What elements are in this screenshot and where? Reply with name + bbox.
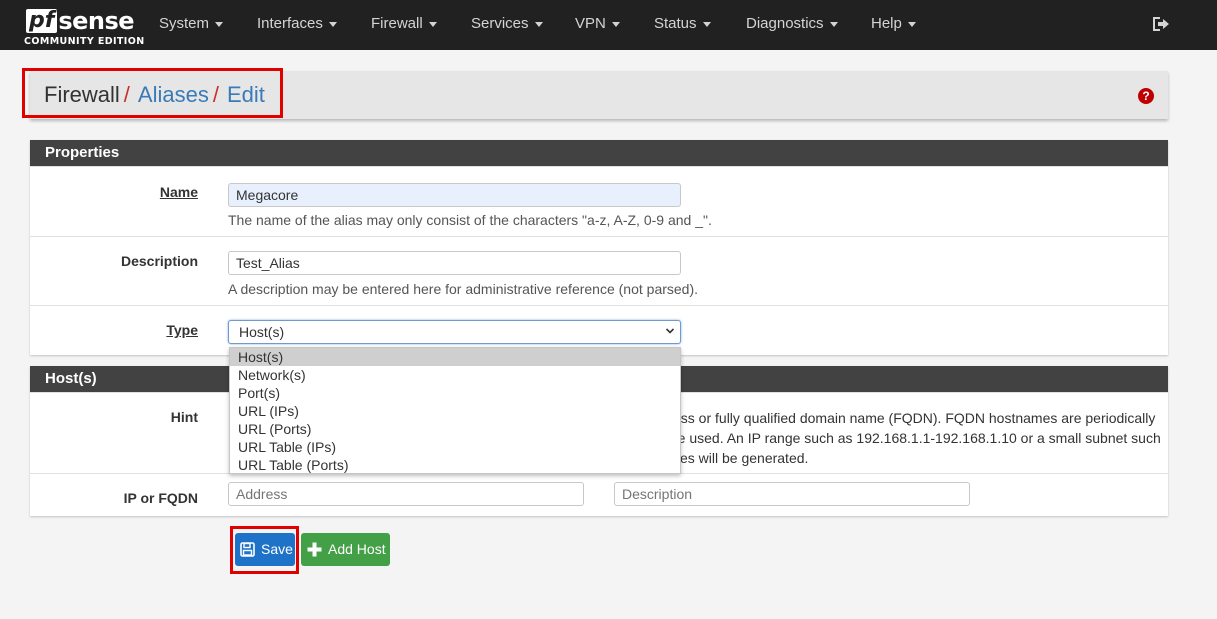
nav-menu-label: Help — [871, 15, 902, 32]
address-input[interactable] — [228, 482, 584, 506]
nav-menu-diagnostics[interactable]: Diagnostics — [746, 0, 838, 50]
type-option-url-table-ips[interactable]: URL Table (IPs) — [230, 438, 680, 456]
nav-menu-label: Status — [654, 15, 697, 32]
name-help-text: The name of the alias may only consist o… — [228, 212, 712, 228]
logo-pf-text: pf — [26, 9, 58, 33]
type-dropdown-list: Host(s) Network(s) Port(s) URL (IPs) URL… — [229, 347, 681, 474]
nav-menu-vpn[interactable]: VPN — [575, 0, 620, 50]
type-option-url-ports[interactable]: URL (Ports) — [230, 420, 680, 438]
hint-line: ses will be generated. — [673, 450, 809, 466]
type-select[interactable]: Host(s) — [228, 320, 681, 344]
description-help-text: A description may be entered here for ad… — [228, 281, 699, 297]
name-field[interactable]: Megacore — [228, 183, 681, 207]
nav-menu-label: VPN — [575, 15, 606, 32]
nav-menu-label: Firewall — [371, 15, 423, 32]
caret-down-icon — [702, 21, 711, 27]
type-select-value: Host(s) — [239, 324, 285, 340]
nav-menu-services[interactable]: Services — [471, 0, 543, 50]
logo-sense-text: sense — [58, 7, 135, 35]
host-description-input[interactable] — [614, 482, 970, 506]
pfsense-logo[interactable]: pf sense COMMUNITY EDITION — [24, 6, 144, 48]
description-field[interactable]: Test_Alias — [228, 251, 681, 275]
caret-down-icon — [428, 21, 437, 27]
properties-panel-title: Properties — [30, 140, 1168, 166]
save-highlight-box — [230, 526, 299, 574]
name-row: Name Megacore The name of the alias may … — [30, 166, 1168, 236]
nav-menu-help[interactable]: Help — [871, 0, 916, 50]
hint-line: ess or fully qualified domain name (FQDN… — [673, 410, 1156, 426]
type-option-networks[interactable]: Network(s) — [230, 366, 680, 384]
breadcrumb-highlight-box — [22, 68, 283, 118]
nav-menu-label: System — [159, 15, 210, 32]
nav-menu-label: Services — [471, 15, 529, 32]
nav-menu-system[interactable]: System — [159, 0, 224, 50]
plus-icon — [307, 542, 322, 557]
type-option-url-table-ports[interactable]: URL Table (Ports) — [230, 456, 680, 474]
chevron-down-icon — [666, 328, 674, 334]
nav-menu-label: Interfaces — [257, 15, 323, 32]
logout-icon[interactable] — [1152, 16, 1170, 32]
type-option-url-ips[interactable]: URL (IPs) — [230, 402, 680, 420]
top-navbar: pf sense COMMUNITY EDITION System Interfa… — [0, 0, 1217, 50]
ip-fqdn-label: IP or FQDN — [123, 490, 198, 506]
caret-down-icon — [829, 21, 838, 27]
hint-text: ess or fully qualified domain name (FQDN… — [673, 408, 1168, 468]
description-label: Description — [120, 253, 198, 269]
hint-label: Hint — [170, 409, 198, 425]
nav-menu-firewall[interactable]: Firewall — [371, 0, 437, 50]
add-host-button-label: Add Host — [328, 541, 386, 557]
type-option-ports[interactable]: Port(s) — [230, 384, 680, 402]
caret-down-icon — [611, 21, 620, 27]
nav-menu-label: Diagnostics — [746, 15, 824, 32]
nav-menu-status[interactable]: Status — [654, 0, 711, 50]
logo-edition-text: COMMUNITY EDITION — [24, 36, 145, 47]
type-option-hosts[interactable]: Host(s) — [230, 348, 680, 366]
ip-fqdn-row: IP or FQDN — [30, 473, 1168, 516]
caret-down-icon — [328, 21, 337, 27]
question-circle-icon[interactable]: ? — [1138, 88, 1154, 104]
caret-down-icon — [534, 21, 543, 27]
description-row: Description Test_Alias A description may… — [30, 236, 1168, 305]
nav-menu-interfaces[interactable]: Interfaces — [257, 0, 337, 50]
name-label: Name — [159, 184, 198, 200]
caret-down-icon — [215, 21, 224, 27]
add-host-button[interactable]: Add Host — [301, 533, 390, 566]
hint-line: re used. An IP range such as 192.168.1.1… — [673, 430, 1161, 446]
type-label: Type — [166, 322, 198, 338]
properties-panel: Properties Name Megacore The name of the… — [30, 140, 1168, 355]
caret-down-icon — [907, 21, 916, 27]
